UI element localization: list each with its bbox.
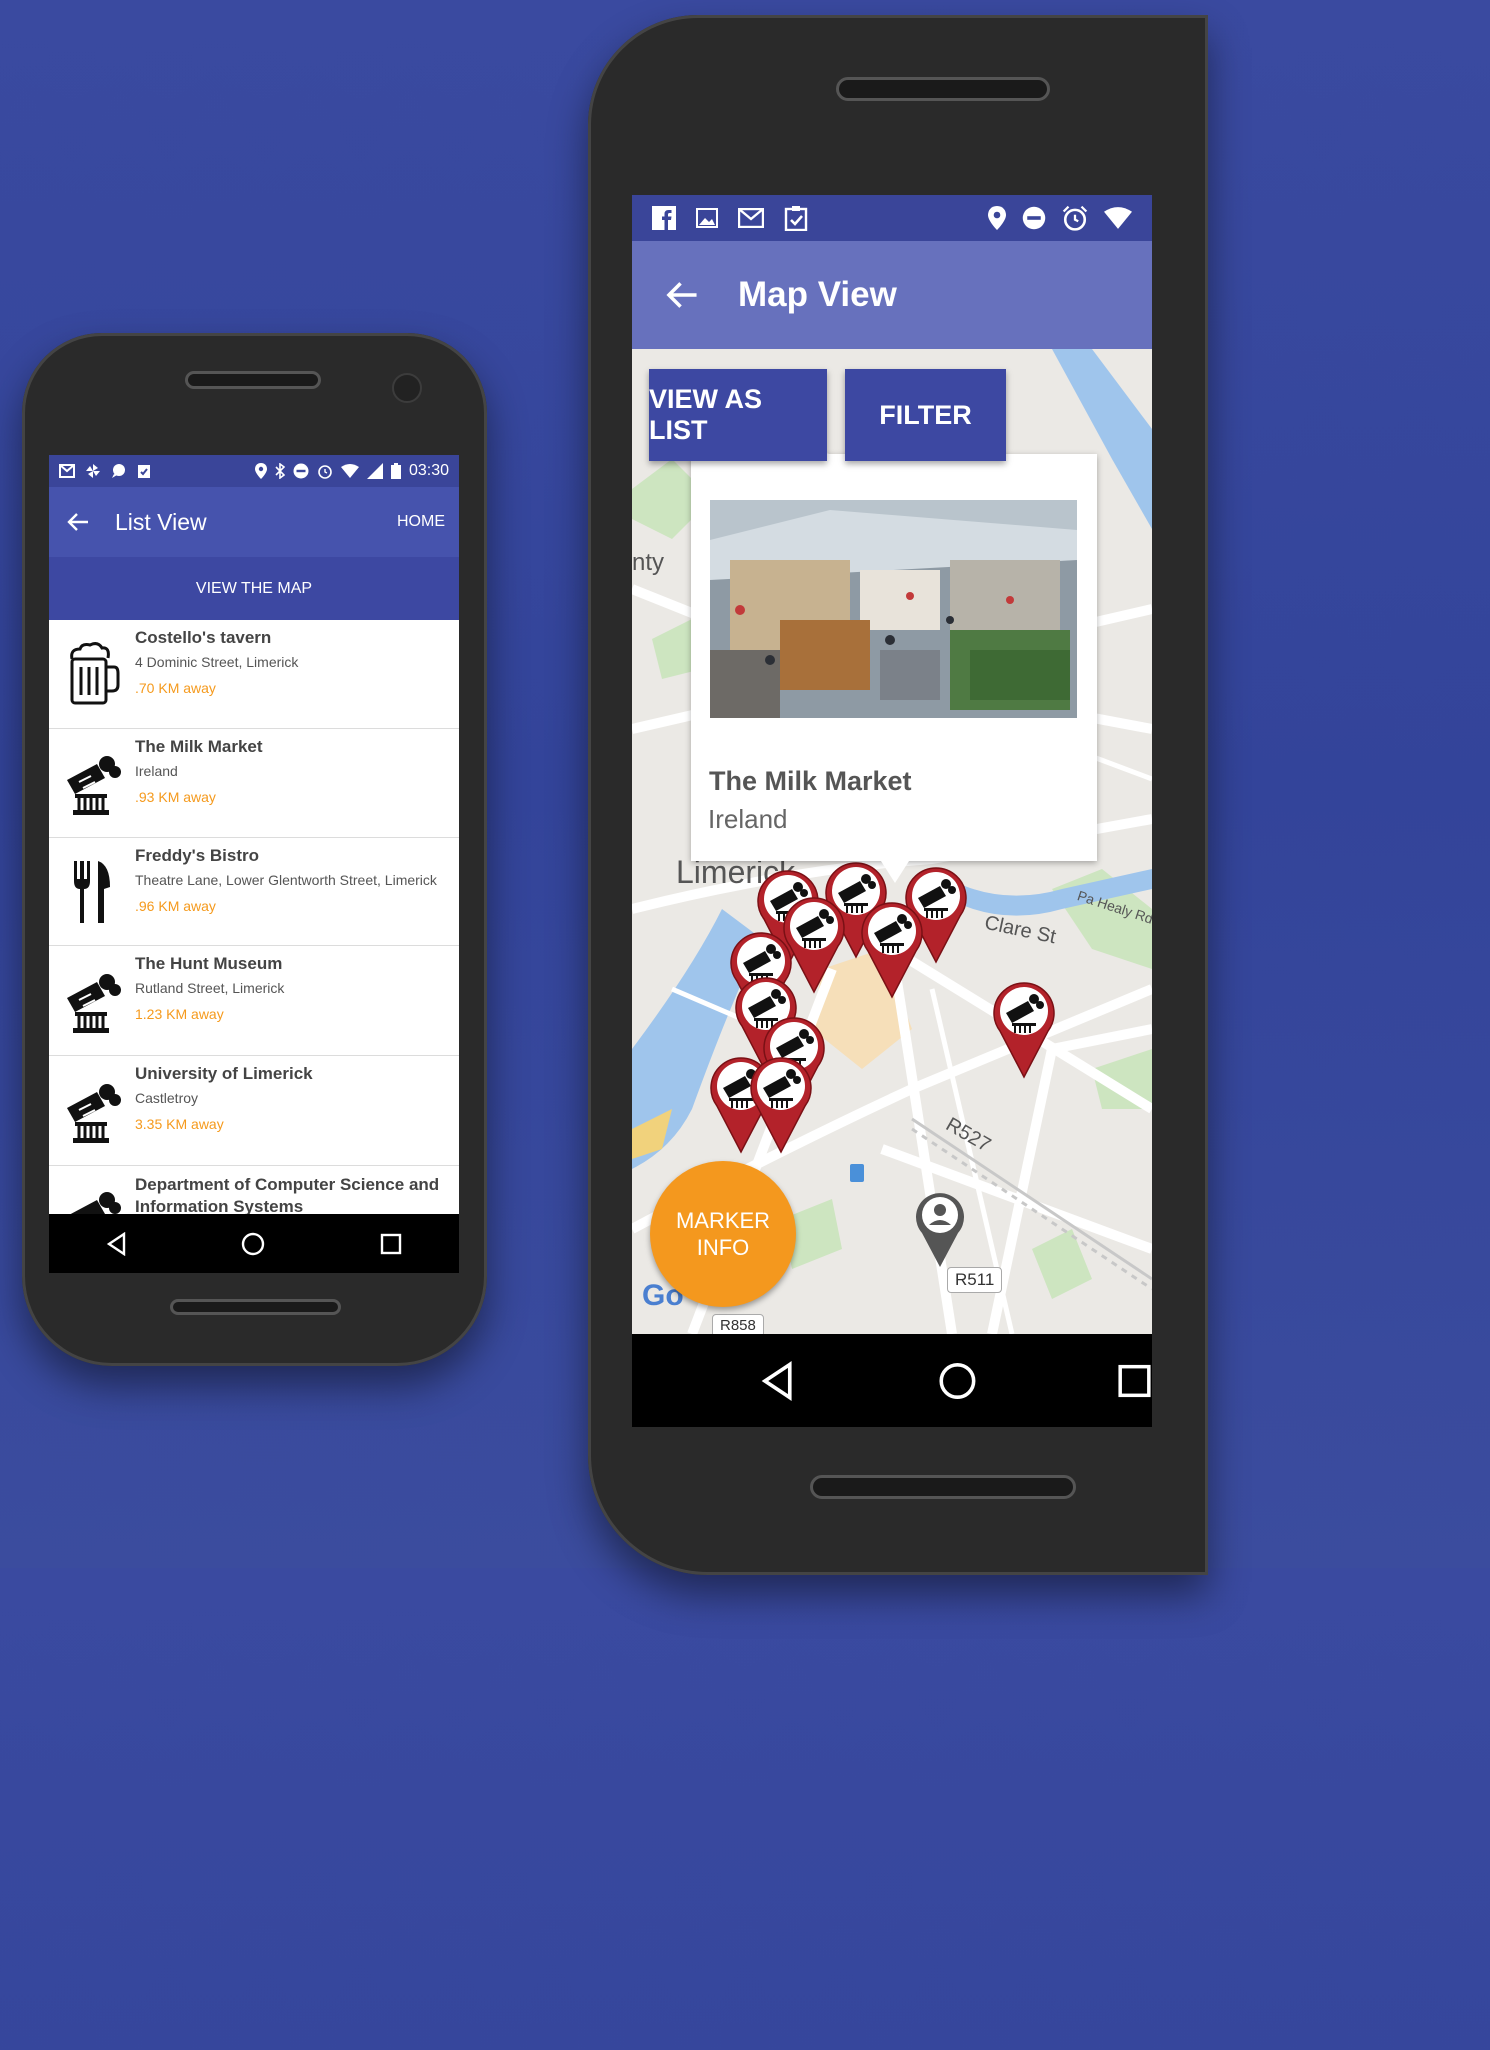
map-area[interactable]: nty Limerick Clare St Pa Healy Rd R527 R…: [632, 349, 1152, 1334]
list-view-phone: 03:30 List View HOME VIEW THE MAP Costel…: [22, 333, 487, 1366]
home-nav-icon[interactable]: [241, 1232, 265, 1256]
system-nav-bar: [49, 1214, 459, 1273]
road-badge-r511: R511: [947, 1267, 1003, 1293]
list-item[interactable]: The Milk Market Ireland .93 KM away: [49, 729, 459, 838]
clock-text: 03:30: [408, 462, 449, 479]
milk-market-photo: [710, 500, 1077, 718]
place-distance: 3.35 KM away: [135, 1116, 224, 1132]
gallery-icon: [696, 208, 718, 228]
list-item[interactable]: Costello's tavern 4 Dominic Street, Lime…: [49, 620, 459, 729]
places-list: Costello's tavern 4 Dominic Street, Lime…: [49, 620, 459, 1214]
clipboard-check-icon: [138, 465, 150, 478]
location-icon: [988, 206, 1006, 230]
status-bar: [632, 195, 1152, 241]
place-name: Costello's tavern: [135, 628, 272, 647]
pinwheel-icon: [86, 464, 100, 478]
marker-info-fab[interactable]: MARKER INFO: [650, 1161, 796, 1307]
earpiece-speaker: [185, 371, 321, 389]
home-nav-icon[interactable]: [938, 1361, 977, 1401]
list-item[interactable]: Freddy's Bistro Theatre Lane, Lower Glen…: [49, 838, 459, 946]
place-distance: .93 KM away: [135, 789, 216, 805]
gmail-icon: [59, 464, 75, 478]
bottom-speaker: [810, 1475, 1076, 1499]
clipboard-check-icon: [784, 206, 808, 231]
beer-mug-icon: [70, 642, 120, 705]
earpiece-speaker: [836, 77, 1050, 101]
place-address: Rutland Street, Limerick: [135, 980, 285, 996]
place-distance: .70 KM away: [135, 680, 216, 696]
monument-icon: [67, 756, 121, 815]
place-name: University of Limerick: [135, 1064, 313, 1083]
alarm-icon: [1062, 205, 1088, 231]
back-nav-icon[interactable]: [106, 1232, 126, 1256]
page-title: Map View: [738, 275, 897, 314]
alarm-icon: [318, 465, 332, 479]
app-bar: List View HOME: [49, 487, 459, 557]
back-nav-icon[interactable]: [760, 1360, 793, 1401]
status-bar: 03:30: [49, 455, 459, 487]
monument-icon: [67, 973, 121, 1033]
view-as-list-button[interactable]: VIEW AS LIST: [649, 369, 827, 461]
cutlery-icon: [74, 860, 110, 923]
map-view-screen: Map View nty Limerick Clare St Pa Healy …: [632, 195, 1152, 1427]
recents-nav-icon[interactable]: [1117, 1363, 1152, 1399]
place-name: Freddy's Bistro: [135, 846, 260, 865]
facebook-icon: [652, 206, 676, 230]
list-item[interactable]: Department of Computer Science and Infor…: [49, 1166, 459, 1214]
place-marker[interactable]: [858, 899, 926, 999]
place-name: Department of Computer Science and Infor…: [135, 1175, 440, 1214]
map-label-nty: nty: [632, 549, 665, 576]
list-view-screen: 03:30 List View HOME VIEW THE MAP Costel…: [49, 455, 459, 1273]
gmail-icon: [738, 208, 764, 228]
list-item[interactable]: University of Limerick Castletroy 3.35 K…: [49, 1056, 459, 1166]
info-window-subtitle: Ireland: [708, 804, 788, 834]
place-distance: .96 KM away: [135, 898, 216, 914]
place-address: Ireland: [135, 763, 178, 779]
bottom-speaker: [170, 1299, 341, 1315]
bluetooth-icon: [275, 463, 285, 479]
location-icon: [254, 463, 267, 479]
fab-label-line2: INFO: [696, 1235, 750, 1260]
info-window-title: The Milk Market: [709, 766, 912, 796]
place-marker[interactable]: [747, 1054, 815, 1154]
view-the-map-button[interactable]: VIEW THE MAP: [49, 557, 459, 620]
do-not-disturb-icon: [1022, 206, 1046, 230]
back-arrow-icon[interactable]: [67, 512, 89, 532]
battery-icon: [390, 463, 401, 479]
place-distance: 1.23 KM away: [135, 1006, 224, 1022]
monument-icon: [70, 1192, 121, 1214]
road-badge-r858: R858: [712, 1314, 764, 1334]
place-name: The Milk Market: [135, 737, 263, 756]
wifi-icon: [1104, 207, 1132, 229]
front-camera: [392, 373, 422, 403]
system-nav-bar: [632, 1334, 1152, 1427]
wifi-icon: [340, 464, 359, 478]
back-arrow-icon[interactable]: [666, 280, 698, 310]
place-marker[interactable]: [990, 979, 1058, 1079]
page-title: List View: [115, 508, 207, 535]
app-bar: Map View: [632, 241, 1152, 349]
signal-icon: [366, 463, 383, 479]
list-item[interactable]: The Hunt Museum Rutland Street, Limerick…: [49, 946, 459, 1056]
fab-label-line1: MARKER: [675, 1208, 771, 1233]
place-address: Theatre Lane, Lower Glentworth Street, L…: [135, 872, 437, 888]
place-name: The Hunt Museum: [135, 954, 283, 973]
monument-icon: [67, 1083, 121, 1143]
place-address: Castletroy: [135, 1090, 199, 1106]
marker-info-window[interactable]: The Milk Market Ireland: [691, 454, 1097, 883]
filter-button[interactable]: FILTER: [845, 369, 1006, 461]
recents-nav-icon[interactable]: [380, 1233, 402, 1255]
do-not-disturb-icon: [293, 463, 309, 479]
map-view-phone: Map View nty Limerick Clare St Pa Healy …: [588, 15, 1208, 1575]
chat-icon: [112, 464, 125, 478]
user-location-marker[interactable]: [912, 1189, 968, 1269]
place-address: 4 Dominic Street, Limerick: [135, 654, 299, 670]
home-button[interactable]: HOME: [397, 513, 445, 531]
